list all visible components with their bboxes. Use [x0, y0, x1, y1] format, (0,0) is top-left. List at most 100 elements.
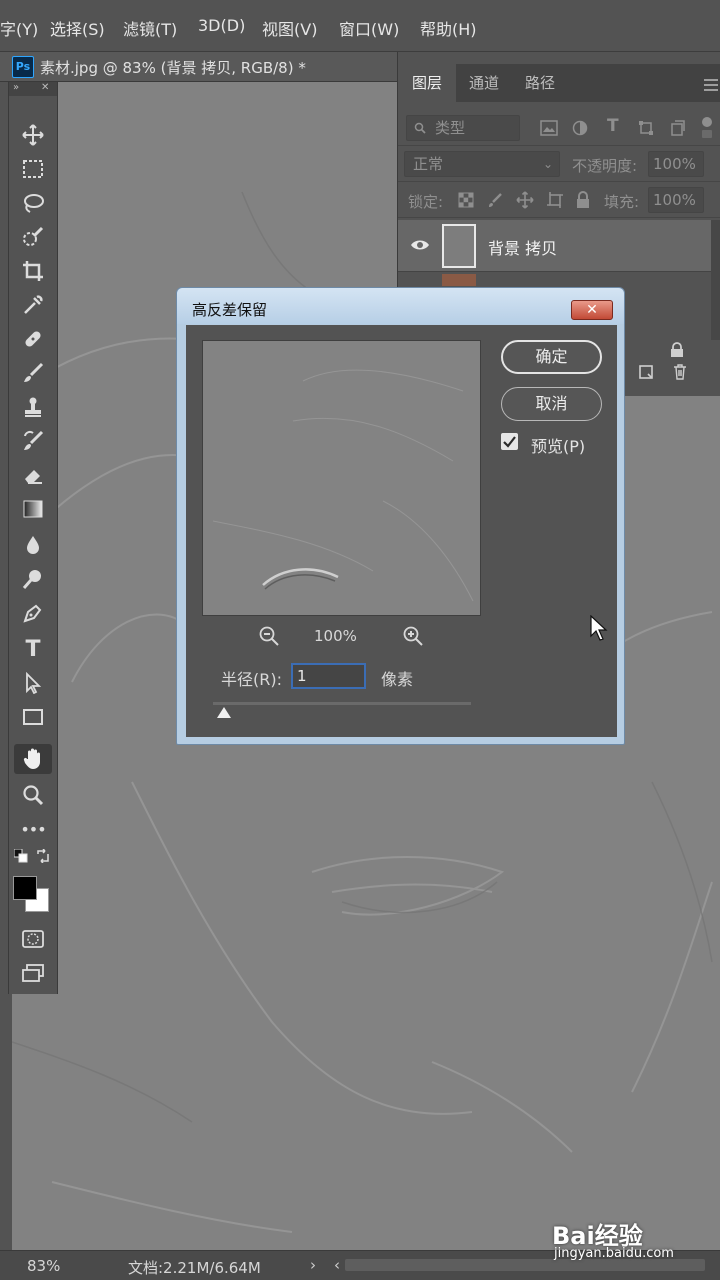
more-tools-icon[interactable]: •••	[14, 814, 52, 844]
eraser-icon[interactable]	[14, 460, 52, 490]
menu-item-type[interactable]: 字(Y)	[0, 16, 38, 40]
preview-image	[212, 369, 474, 602]
layer-name: 背景 拷贝	[488, 239, 558, 258]
pen-icon[interactable]	[14, 598, 52, 628]
crop-icon[interactable]	[14, 256, 52, 286]
blend-mode-select[interactable]: 正常 ⌄	[404, 151, 560, 177]
layer-row[interactable]: 背景 拷贝	[398, 220, 711, 272]
filter-preview[interactable]	[202, 340, 481, 616]
ok-button[interactable]: 确定	[501, 340, 602, 374]
menu-item-help[interactable]: 帮助(H)	[420, 16, 477, 40]
fill-label: 填充:	[604, 193, 640, 211]
filter-adjustment-icon[interactable]	[572, 120, 588, 136]
lock-all-icon[interactable]	[576, 191, 590, 209]
tab-layers[interactable]: 图层	[398, 64, 456, 102]
new-layer-icon[interactable]	[638, 364, 654, 380]
foreground-color-swatch[interactable]	[13, 876, 37, 900]
fill-value: 100%	[653, 191, 696, 209]
filter-type-icon[interactable]: T	[607, 116, 619, 136]
dodge-icon[interactable]	[14, 564, 52, 594]
zoom-icon[interactable]	[14, 780, 52, 810]
default-colors-icon[interactable]	[11, 846, 31, 866]
close-panel-icon[interactable]: ✕	[41, 82, 49, 93]
layers-scrollbar[interactable]	[711, 220, 720, 340]
rectangle-icon[interactable]	[14, 702, 52, 732]
menu-item-3d[interactable]: 3D(D)	[198, 16, 245, 35]
filter-smart-object-icon[interactable]	[670, 120, 686, 136]
screen-mode-icon[interactable]	[14, 958, 52, 988]
opacity-value: 100%	[653, 155, 696, 173]
tools-panel: » ✕ T •••	[8, 82, 58, 994]
status-doc-info[interactable]: 文档:2.21M/6.64M	[128, 1257, 261, 1278]
close-button[interactable]: ✕	[571, 300, 613, 320]
zoom-out-button[interactable]	[258, 625, 280, 647]
lock-position-icon[interactable]	[516, 191, 534, 209]
preview-zoom-level: 100%	[314, 627, 357, 645]
radius-label: 半径(R):	[221, 670, 282, 689]
dialog-title: 高反差保留	[192, 301, 268, 319]
filter-pixel-icon[interactable]	[540, 120, 558, 136]
opacity-input[interactable]: 100%	[648, 151, 704, 177]
scroll-left-icon[interactable]: ‹	[334, 1256, 340, 1274]
quick-mask-icon[interactable]	[14, 924, 52, 954]
menu-bar: 字(Y) 选择(S) 滤镜(T) 3D(D) 视图(V) 窗口(W) 帮助(H)	[0, 0, 720, 52]
history-brush-icon[interactable]	[14, 426, 52, 456]
zoom-in-button[interactable]	[402, 625, 424, 647]
baidu-jingyan-watermark: Bai经验 jingyan.baidu.com	[552, 1216, 718, 1266]
zoom-out-icon	[259, 626, 279, 646]
chevron-down-icon: ⌄	[542, 157, 553, 171]
filter-toggle-icon[interactable]	[698, 116, 716, 140]
lock-artboard-icon[interactable]	[546, 191, 564, 209]
delete-layer-icon[interactable]	[672, 363, 688, 381]
type-icon[interactable]: T	[14, 634, 52, 664]
tab-channels[interactable]: 通道	[456, 64, 512, 102]
panel-menu-icon[interactable]	[704, 76, 718, 95]
blend-mode-row: 正常 ⌄ 不透明度: 100%	[398, 146, 720, 182]
dialog-title-bar[interactable]: 高反差保留 ✕	[177, 288, 624, 324]
lasso-icon[interactable]	[14, 188, 52, 218]
menu-item-view[interactable]: 视图(V)	[262, 16, 317, 40]
lock-transparent-icon[interactable]	[458, 192, 474, 208]
clone-stamp-icon[interactable]	[14, 392, 52, 422]
mouse-cursor-icon	[590, 615, 608, 641]
radius-slider[interactable]	[213, 702, 471, 705]
cancel-button[interactable]: 取消	[501, 387, 602, 421]
menu-item-window[interactable]: 窗口(W)	[339, 16, 399, 40]
path-selection-icon[interactable]	[14, 668, 52, 698]
radius-slider-thumb[interactable]	[217, 707, 231, 718]
healing-brush-icon[interactable]	[14, 324, 52, 354]
eye-icon[interactable]	[410, 238, 430, 252]
brush-icon[interactable]	[14, 358, 52, 388]
hand-icon[interactable]	[14, 744, 52, 774]
lock-pixels-icon[interactable]	[488, 192, 504, 208]
marquee-icon[interactable]	[14, 154, 52, 184]
high-pass-dialog: 高反差保留 ✕ 100% 半径(R): 1 像素 确定 取消 预览(P)	[176, 287, 625, 745]
status-zoom[interactable]: 83%	[27, 1257, 60, 1275]
tools-panel-header[interactable]: » ✕	[9, 82, 57, 96]
radius-input[interactable]	[291, 663, 366, 689]
checkmark-icon	[503, 436, 516, 448]
photoshop-logo-icon: Ps	[12, 56, 34, 78]
status-menu-arrow-icon[interactable]: ›	[310, 1256, 316, 1274]
search-icon	[414, 122, 426, 134]
panel-tabs: 图层 通道 路径	[398, 64, 720, 102]
background-layer-thumbnail	[442, 274, 476, 286]
blend-mode-value: 正常	[413, 155, 444, 173]
expand-panel-icon[interactable]: »	[13, 82, 19, 93]
document-tab[interactable]: Ps 素材.jpg @ 83% (背景 拷贝, RGB/8) *	[0, 52, 397, 82]
blur-icon[interactable]	[14, 530, 52, 560]
preview-label[interactable]: 预览(P)	[531, 433, 585, 457]
close-icon: ✕	[586, 302, 598, 318]
menu-item-select[interactable]: 选择(S)	[50, 16, 105, 40]
zoom-in-icon	[403, 626, 423, 646]
swap-colors-icon[interactable]	[33, 846, 53, 866]
preview-checkbox[interactable]	[501, 433, 518, 450]
menu-item-filter[interactable]: 滤镜(T)	[123, 16, 177, 40]
quick-selection-icon[interactable]	[14, 222, 52, 252]
fill-input[interactable]: 100%	[648, 187, 704, 213]
eyedropper-icon[interactable]	[14, 290, 52, 320]
move-icon[interactable]	[14, 120, 52, 150]
tab-paths[interactable]: 路径	[512, 64, 568, 102]
gradient-icon[interactable]	[14, 494, 52, 524]
filter-shape-icon[interactable]	[638, 120, 654, 136]
